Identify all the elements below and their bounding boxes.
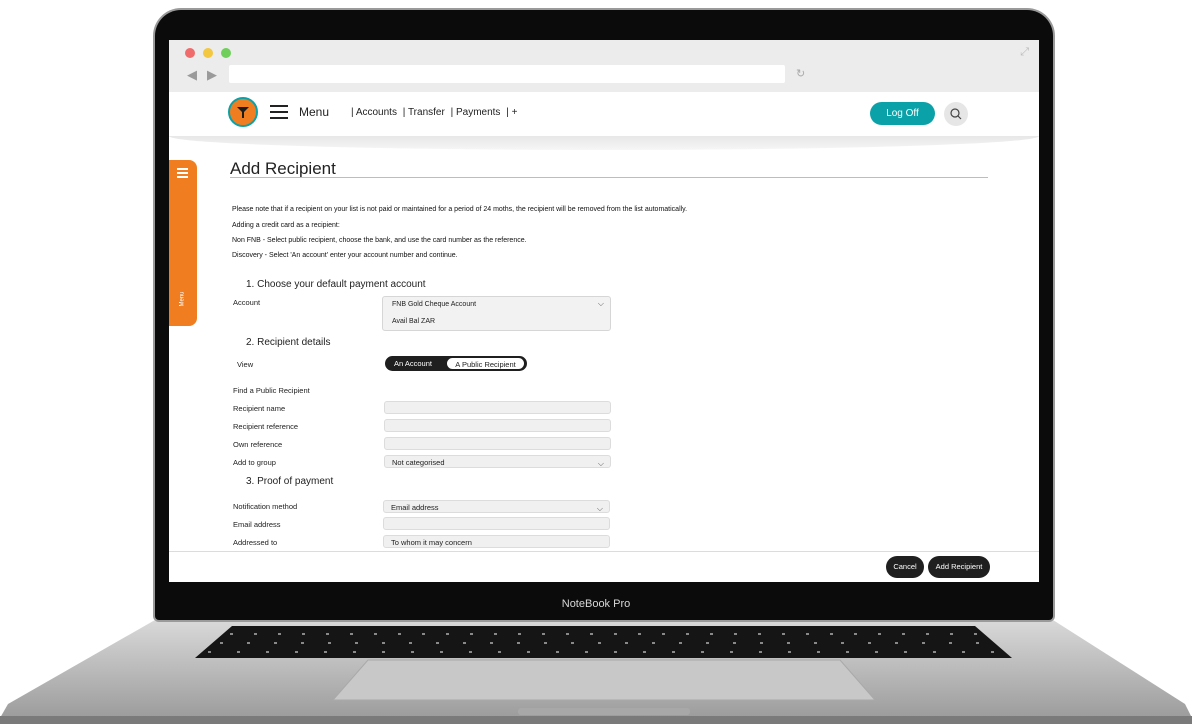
header-band (169, 136, 1039, 150)
recipient-type-toggle: An Account A Public Recipient (385, 356, 527, 371)
nav-transfer[interactable]: | Transfer (403, 107, 445, 118)
search-icon (950, 108, 962, 120)
recipient-reference-label: Recipient reference (233, 422, 299, 431)
fnb-logo[interactable] (228, 97, 258, 127)
note-line-3: Non FNB - Select public recipient, choos… (232, 237, 527, 244)
nav-more[interactable]: | + (506, 107, 517, 118)
toggle-public-recipient[interactable]: A Public Recipient (446, 357, 525, 370)
address-bar[interactable] (229, 65, 785, 83)
chevron-down-icon: ⌵ (597, 459, 604, 468)
hamburger-menu-icon[interactable] (270, 105, 288, 119)
notification-method-label: Notification method (233, 502, 298, 511)
account-select[interactable]: FNB Gold Cheque Account ⌵ Avail Bal ZAR (382, 296, 611, 331)
footer-divider (169, 551, 1039, 552)
add-to-group-value: Not categorised (392, 458, 445, 467)
notification-method-value: Email address (391, 503, 439, 512)
note-line-4: Discovery - Select 'An account' enter yo… (232, 252, 458, 259)
section-2-heading: 2. Recipient details (246, 337, 331, 348)
fullscreen-icon[interactable]: ⤢ (1020, 46, 1029, 59)
toggle-an-account[interactable]: An Account (394, 359, 432, 368)
laptop-base (0, 620, 1192, 724)
chevron-down-icon: ⌵ (597, 299, 604, 308)
addressed-to-label: Addressed to (233, 538, 278, 547)
view-label: View (237, 360, 254, 369)
cancel-button[interactable]: Cancel (886, 556, 924, 578)
section-1-heading: 1. Choose your default payment account (246, 279, 426, 290)
side-menu-tab[interactable]: Menu (169, 160, 197, 326)
own-reference-input[interactable] (384, 437, 611, 450)
find-public-recipient-label: Find a Public Recipient (233, 386, 310, 395)
top-nav: | Accounts | Transfer | Payments | + (351, 107, 520, 118)
email-address-label: Email address (233, 520, 281, 529)
add-to-group-label: Add to group (233, 458, 276, 467)
email-address-input[interactable] (383, 517, 610, 530)
add-recipient-button[interactable]: Add Recipient (928, 556, 990, 578)
log-off-button[interactable]: Log Off (870, 102, 935, 125)
note-line-1: Please note that if a recipient on your … (232, 206, 688, 213)
laptop-brand-label: NoteBook Pro (561, 598, 631, 610)
browser-chrome: ◀ ▶ ↻ ⤢ (169, 40, 1039, 92)
notification-method-select[interactable]: Email address ⌵ (383, 500, 610, 513)
account-balance: Avail Bal ZAR (392, 318, 436, 325)
page-title: Add Recipient (230, 159, 336, 178)
minimize-window-icon[interactable] (203, 48, 213, 58)
nav-payments[interactable]: | Payments (451, 107, 501, 118)
nav-accounts[interactable]: | Accounts (351, 107, 397, 118)
search-button[interactable] (944, 102, 968, 126)
tree-logo-icon (237, 107, 249, 118)
app-header: Menu | Accounts | Transfer | Payments | … (169, 92, 1039, 138)
own-reference-label: Own reference (233, 440, 283, 449)
account-label: Account (233, 298, 261, 307)
recipient-name-label: Recipient name (233, 404, 286, 413)
recipient-reference-input[interactable] (384, 419, 611, 432)
side-menu-label: Menu (179, 291, 186, 307)
chevron-down-icon: ⌵ (596, 504, 603, 513)
add-to-group-select[interactable]: Not categorised ⌵ (384, 455, 611, 468)
menu-label[interactable]: Menu (299, 105, 329, 119)
addressed-to-input[interactable]: To whom it may concern (383, 535, 610, 548)
note-line-2: Adding a credit card as a recipient: (232, 222, 340, 229)
account-value: FNB Gold Cheque Account (392, 301, 477, 308)
title-divider (230, 177, 988, 178)
reload-icon[interactable]: ↻ (796, 67, 805, 80)
screen: ◀ ▶ ↻ ⤢ Menu | Accounts | Transfer | Pay… (169, 40, 1039, 582)
maximize-window-icon[interactable] (221, 48, 231, 58)
close-window-icon[interactable] (185, 48, 195, 58)
recipient-name-input[interactable] (384, 401, 611, 414)
section-3-heading: 3. Proof of payment (246, 476, 334, 487)
forward-arrow-icon[interactable]: ▶ (207, 67, 217, 83)
back-arrow-icon[interactable]: ◀ (187, 67, 197, 83)
side-menu-icon (177, 168, 188, 180)
